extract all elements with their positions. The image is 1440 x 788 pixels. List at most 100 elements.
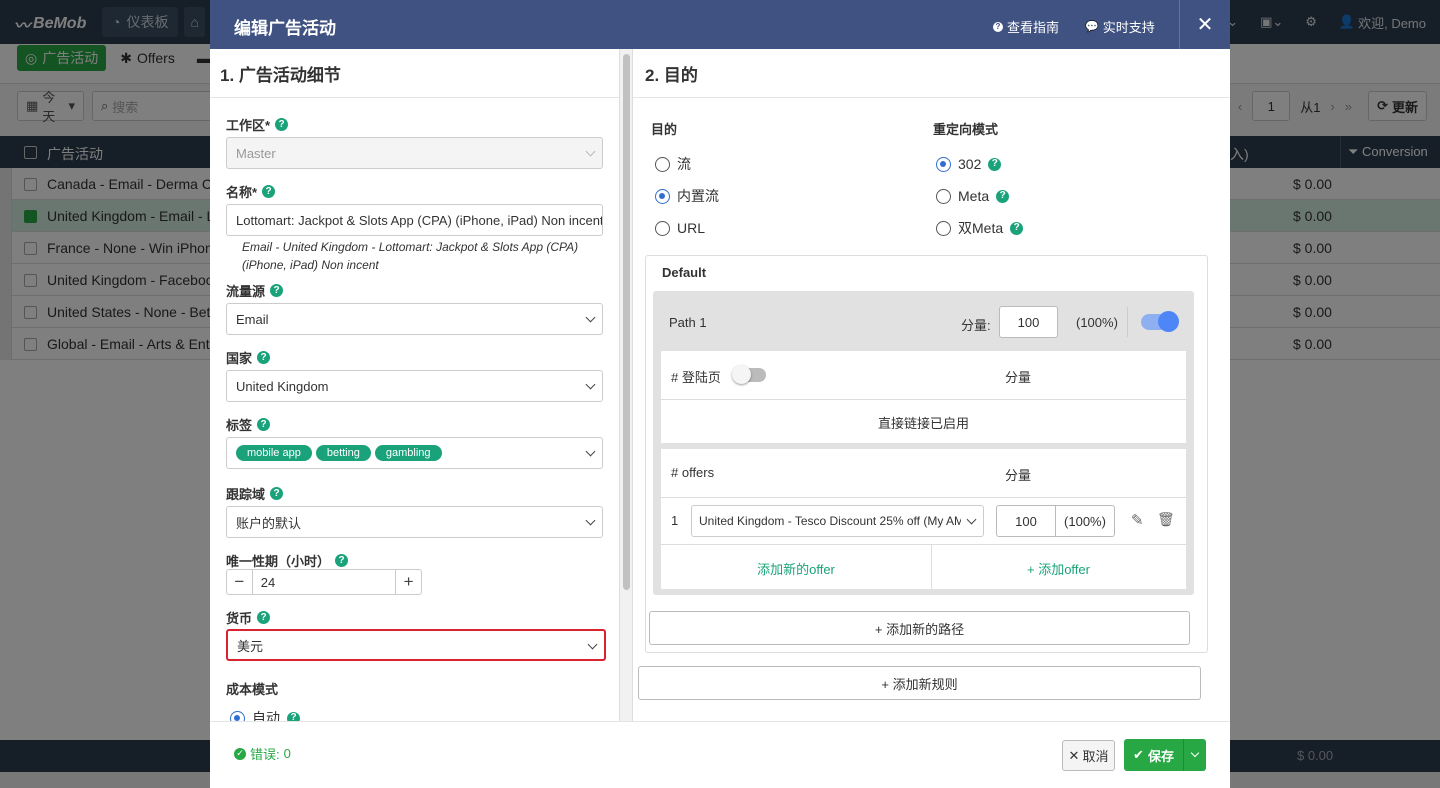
offer-weight-value: 100 xyxy=(1015,513,1037,529)
traffic-source-label-text: 流量源 xyxy=(226,284,266,299)
rule-title: Default xyxy=(662,265,707,280)
uniqueness-input[interactable]: 24 xyxy=(251,570,397,594)
radio-button[interactable] xyxy=(655,220,670,236)
help-icon[interactable]: ? xyxy=(335,554,349,567)
view-guide-label: 查看指南 xyxy=(1007,20,1060,35)
path-weight-label: 分量: xyxy=(961,318,991,333)
destination-label: 目的 xyxy=(651,122,678,137)
modal-header-links: ? 查看指南 💬 实时支持 xyxy=(993,17,1155,36)
destination-option-label: 流 xyxy=(677,156,691,172)
name-label: 名称*? xyxy=(226,182,276,201)
traffic-source-select[interactable]: Email xyxy=(226,303,603,335)
radio-button[interactable] xyxy=(655,156,670,172)
redirect-radio-double-meta[interactable]: 双Meta? xyxy=(936,212,1024,244)
redirect-option-label: 双Meta xyxy=(958,220,1004,236)
section-title-details: 1. 广告活动细节 xyxy=(210,49,619,98)
destination-radio-flow[interactable]: 流 xyxy=(655,148,719,180)
close-button[interactable]: ✕ xyxy=(1179,0,1230,49)
tag-chip[interactable]: betting xyxy=(315,445,371,461)
help-icon[interactable]: ? xyxy=(270,487,284,500)
radio-button[interactable] xyxy=(936,156,951,172)
offer-select[interactable]: United Kingdom - Tesco Discount 25% off … xyxy=(691,505,984,537)
cost-model-auto-radio[interactable]: 自动? xyxy=(230,708,300,721)
add-new-offer-link[interactable]: 添加新的offer xyxy=(661,559,931,578)
live-support-link[interactable]: 💬 实时支持 xyxy=(1085,17,1155,36)
decrement-button[interactable]: − xyxy=(227,570,252,594)
chevron-down-icon xyxy=(585,146,596,157)
landers-weight-header: 分量 xyxy=(1005,370,1032,385)
help-icon[interactable]: ? xyxy=(287,711,300,721)
add-new-path-button[interactable]: + 添加新的路径 xyxy=(649,611,1190,645)
country-label: 国家? xyxy=(226,348,271,367)
tags-select[interactable]: mobile app betting gambling xyxy=(226,437,603,469)
tag-chip[interactable]: mobile app xyxy=(236,445,312,461)
close-icon: ✕ xyxy=(1068,747,1080,763)
uniqueness-label: 唯一性期（小时）? xyxy=(226,551,349,570)
help-icon[interactable]: ? xyxy=(257,351,271,364)
divider xyxy=(1127,307,1128,337)
help-icon[interactable]: ? xyxy=(270,284,284,297)
currency-label: 货币? xyxy=(226,608,271,627)
redirect-option-label: 302 xyxy=(958,156,982,172)
help-icon[interactable]: ? xyxy=(988,157,1002,171)
radio-button[interactable] xyxy=(936,188,951,204)
redirect-radio-302[interactable]: 302? xyxy=(936,148,1023,180)
radio-button[interactable] xyxy=(936,220,951,236)
chevron-down-icon xyxy=(587,639,598,650)
section-title-destination: 2. 目的 xyxy=(633,49,1230,98)
country-value: United Kingdom xyxy=(236,378,329,394)
live-support-label: 实时支持 xyxy=(1102,20,1155,35)
currency-select[interactable]: 美元 xyxy=(226,629,606,661)
save-options-dropdown-button[interactable] xyxy=(1183,739,1206,771)
edit-pencil-icon[interactable]: ✎ xyxy=(1131,511,1144,529)
country-label-text: 国家 xyxy=(226,351,253,366)
offer-percent-value: (100%) xyxy=(1064,513,1106,529)
add-new-rule-button[interactable]: + 添加新规则 xyxy=(638,666,1201,700)
chevron-down-icon xyxy=(585,515,596,526)
path-weight-input[interactable]: 100 xyxy=(999,306,1058,338)
uniqueness-stepper: − 24 + xyxy=(226,569,422,595)
redirect-radio-group: 302? Meta? 双Meta? xyxy=(936,148,1024,244)
offer-weight-input[interactable]: 100 xyxy=(996,505,1056,537)
currency-label-text: 货币 xyxy=(226,611,253,626)
help-icon[interactable]: ? xyxy=(257,611,271,624)
path-name[interactable]: Path 1 xyxy=(669,315,707,330)
direct-link-enabled-text: 直接链接已启用 xyxy=(877,416,969,431)
chevron-down-icon xyxy=(966,514,977,525)
view-guide-link[interactable]: ? 查看指南 xyxy=(993,17,1059,36)
destination-radio-builtin-flow[interactable]: 内置流 xyxy=(655,180,719,212)
help-icon[interactable]: ? xyxy=(996,189,1010,203)
tracking-domain-select[interactable]: 账户的默认 xyxy=(226,506,603,538)
tag-chip[interactable]: gambling xyxy=(374,445,442,461)
landers-header: # 登陆页 xyxy=(671,370,721,385)
workspace-value: Master xyxy=(236,145,276,161)
scrollbar-thumb[interactable] xyxy=(623,54,630,590)
cost-model-auto-label: 自动 xyxy=(252,710,280,721)
help-icon[interactable]: ? xyxy=(275,118,289,131)
destination-radio-url[interactable]: URL xyxy=(655,212,719,244)
help-icon[interactable]: ? xyxy=(257,418,271,431)
cancel-button[interactable]: ✕ 取消 xyxy=(1062,740,1115,771)
redirect-radio-meta[interactable]: Meta? xyxy=(936,180,1023,212)
radio-button[interactable] xyxy=(655,188,670,204)
landers-toggle[interactable] xyxy=(732,365,766,384)
campaign-details-panel[interactable]: 1. 广告活动细节 工作区*? Master 名称*? Lottomart: J… xyxy=(210,49,620,721)
radio-button[interactable] xyxy=(230,710,245,721)
offer-index: 1 xyxy=(671,513,679,528)
increment-button[interactable]: + xyxy=(396,570,421,594)
tracking-domain-label-text: 跟踪域 xyxy=(226,487,266,502)
help-icon[interactable]: ? xyxy=(1010,221,1024,235)
path-enabled-toggle[interactable] xyxy=(1141,311,1179,332)
country-select[interactable]: United Kingdom xyxy=(226,370,603,402)
name-input-value: Lottomart: Jackpot & Slots App (CPA) (iP… xyxy=(236,212,602,228)
save-button[interactable]: ✔ 保存 xyxy=(1124,739,1183,771)
tracking-domain-value: 账户的默认 xyxy=(236,515,302,531)
name-input[interactable]: Lottomart: Jackpot & Slots App (CPA) (iP… xyxy=(226,204,603,236)
help-icon[interactable]: ? xyxy=(262,185,276,198)
save-label: 保存 xyxy=(1147,748,1174,764)
add-offer-link[interactable]: + 添加offer xyxy=(931,559,1186,578)
workspace-label: 工作区*? xyxy=(226,115,289,134)
divider xyxy=(661,544,1186,545)
delete-trash-icon[interactable]: 🗑 xyxy=(1157,511,1175,528)
landers-box: # 登陆页 分量 直接链接已启用 xyxy=(661,351,1186,443)
